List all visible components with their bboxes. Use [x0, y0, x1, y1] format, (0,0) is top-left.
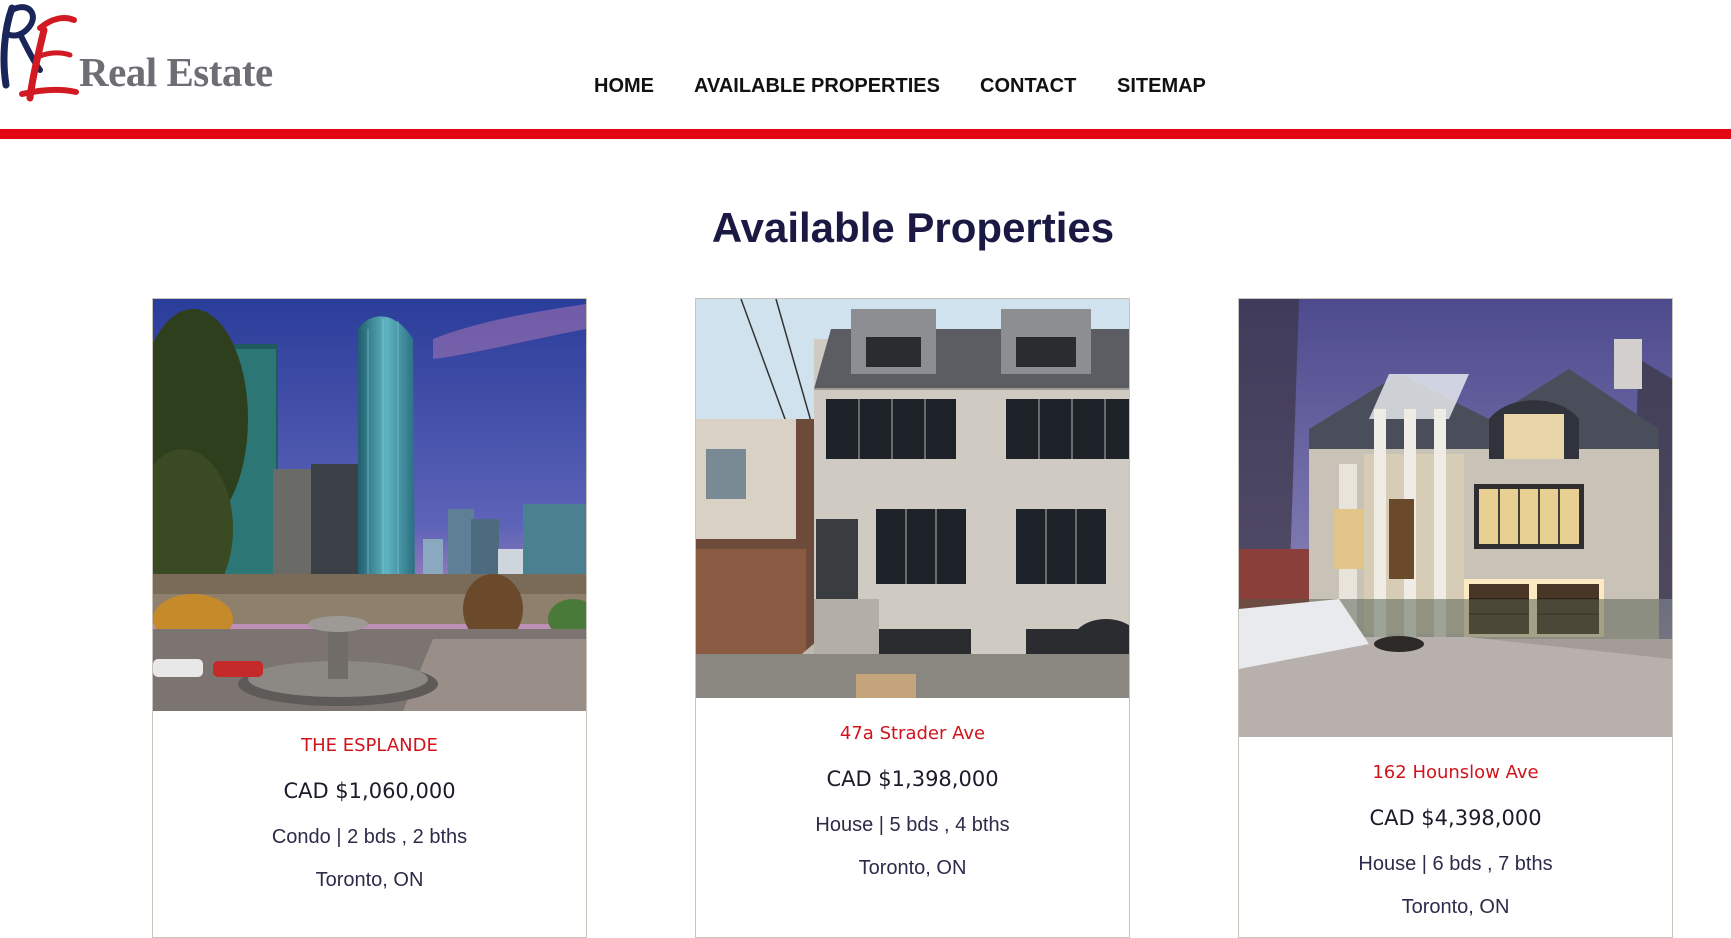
brand-name: Real Estate — [79, 49, 273, 95]
site-header: Real Estate HOME AVAILABLE PROPERTIES CO… — [0, 0, 1731, 130]
listing-location: Toronto, ON — [1401, 896, 1510, 918]
nav-available-properties[interactable]: AVAILABLE PROPERTIES — [694, 75, 940, 98]
listing-title[interactable]: THE ESPLANDE — [153, 735, 586, 756]
nav-home[interactable]: HOME — [594, 75, 654, 98]
listing-details: House | 5 bds , 4 bths — [815, 814, 1010, 836]
listing-details: Condo | 2 bds , 2 bths — [271, 826, 468, 848]
brand-logo[interactable]: Real Estate — [0, 0, 280, 110]
listing-price: CAD $1,398,000 — [826, 767, 999, 791]
listing-location: Toronto, ON — [315, 869, 424, 891]
re-monogram-icon — [0, 4, 79, 102]
nav-sitemap[interactable]: SITEMAP — [1117, 75, 1206, 98]
listing-title[interactable]: 162 Hounslow Ave — [1239, 762, 1672, 783]
listing-card[interactable]: THE ESPLANDE CAD $1,060,000 Condo | 2 bd… — [152, 298, 587, 938]
page-title: Available Properties — [711, 204, 1115, 251]
listing-card[interactable]: 162 Hounslow Ave CAD $4,398,000 House | … — [1238, 298, 1673, 938]
nav-contact[interactable]: CONTACT — [980, 75, 1076, 98]
listing-location: Toronto, ON — [858, 857, 967, 879]
listing-title[interactable]: 47a Strader Ave — [696, 723, 1129, 744]
listing-price: CAD $1,060,000 — [283, 779, 456, 803]
listing-card[interactable]: 47a Strader Ave CAD $1,398,000 House | 5… — [695, 298, 1130, 938]
header-divider — [0, 129, 1731, 139]
brick-house-photo[interactable] — [696, 299, 1129, 698]
condo-tower-photo[interactable] — [153, 299, 586, 711]
listing-price: CAD $4,398,000 — [1369, 806, 1542, 830]
stone-mansion-photo[interactable] — [1239, 299, 1672, 737]
listing-details: House | 6 bds , 7 bths — [1358, 853, 1553, 875]
